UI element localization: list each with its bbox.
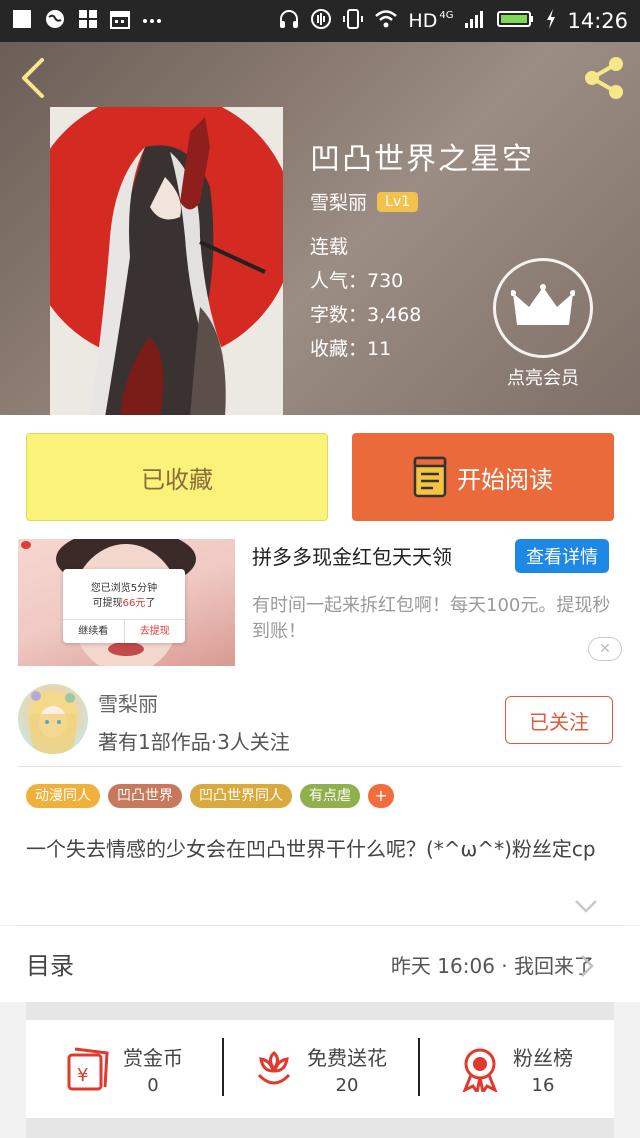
author-card-name: 雪梨丽	[98, 692, 158, 716]
network-type-label: 4G	[439, 9, 454, 21]
latest-chapter[interactable]: 昨天 16:06 · 我回来了	[391, 950, 594, 979]
battery-icon	[497, 9, 535, 34]
start-reading-button[interactable]: 开始阅读	[352, 433, 614, 521]
book-icon	[413, 456, 447, 498]
ad-view-details-button[interactable]: 查看详情	[515, 539, 609, 573]
favorite-button[interactable]: 已收藏	[26, 433, 328, 521]
crown-icon	[511, 284, 575, 325]
fan-ranking-label: 粉丝榜	[513, 1046, 573, 1070]
tag-item[interactable]: 动漫同人	[26, 784, 100, 808]
author-name[interactable]: 雪梨丽	[310, 188, 367, 215]
fan-ranking-button[interactable]: 粉丝榜 16	[418, 1020, 614, 1118]
network-label: HD	[408, 10, 438, 32]
ad-close-button[interactable]: ✕	[588, 637, 622, 661]
apps-icon	[78, 9, 98, 34]
chevron-left-icon	[22, 58, 44, 98]
vip-label: 点亮会员	[507, 368, 579, 389]
book-header: 凹凸世界之星空 雪梨丽 Lv1 连载 人气：730 字数：3,468 收藏：11…	[0, 42, 640, 415]
tag-list: 动漫同人 凹凸世界 凹凸世界同人 有点虐 +	[26, 784, 394, 808]
headphones-icon	[278, 8, 300, 35]
book-title: 凹凸世界之星空	[310, 142, 534, 177]
book-cover-image[interactable]	[50, 107, 283, 415]
favorites-stat: 收藏：11	[310, 338, 392, 360]
status-bar: HD 4G 14:26	[0, 0, 640, 42]
vibrate-icon	[342, 8, 364, 35]
flower-count: 20	[335, 1075, 359, 1096]
signal-icon	[463, 9, 487, 34]
wifi-icon	[374, 9, 398, 34]
author-card-meta: 著有1部作品·3人关注	[98, 730, 290, 754]
word-count-stat: 字数：3,468	[310, 304, 422, 326]
ad-banner[interactable]: 您已浏览5分钟 可提现66元了 继续看 去提现 拼多多现金红包天天领 查看详情 …	[0, 535, 640, 670]
send-flower-button[interactable]: 免费送花 20	[222, 1020, 418, 1118]
ad-description[interactable]: 有时间一起来拆红包啊！每天100元。提现秒到账！	[252, 593, 624, 645]
tag-item[interactable]: 凹凸世界	[108, 784, 182, 808]
chevron-right-icon	[581, 955, 594, 977]
share-icon	[585, 57, 623, 99]
close-icon: ✕	[599, 641, 611, 657]
serial-status: 连载	[310, 236, 349, 258]
calendar-icon	[110, 9, 130, 34]
svg-text:¥: ¥	[77, 1065, 88, 1086]
tag-item[interactable]: 有点虐	[300, 784, 360, 808]
clock-time: 14:26	[567, 9, 628, 33]
ad-title[interactable]: 拼多多现金红包天天领	[252, 541, 452, 570]
reward-coins-button[interactable]: ¥ 赏金币 0	[26, 1020, 222, 1118]
medal-icon	[462, 1048, 498, 1092]
bottom-gap	[26, 1118, 614, 1138]
popularity-stat: 人气：730	[310, 270, 404, 292]
catalog-row[interactable]: 目录 昨天 16:06 · 我回来了	[0, 926, 640, 1002]
follow-button[interactable]: 已关注	[505, 696, 613, 744]
ad-popup-withdraw: 去提现	[123, 620, 186, 643]
reward-actions: ¥ 赏金币 0 免费送花 20 粉丝榜 16	[26, 1020, 614, 1118]
author-row: 雪梨丽 Lv1	[310, 188, 419, 215]
flower-icon	[257, 1051, 291, 1085]
action-buttons: 已收藏 开始阅读	[0, 415, 640, 535]
back-button[interactable]	[14, 56, 54, 100]
reward-coins-count: 0	[147, 1075, 159, 1096]
author-card[interactable]: 雪梨丽 著有1部作品·3人关注 已关注	[0, 670, 640, 770]
ad-popup: 您已浏览5分钟 可提现66元了 继续看 去提现	[63, 569, 185, 643]
vip-member-button[interactable]: 点亮会员	[493, 258, 593, 390]
avatar[interactable]	[18, 684, 88, 754]
red-envelope-icon: ¥	[67, 1047, 109, 1091]
globe-icon	[44, 8, 66, 35]
ad-image[interactable]: 您已浏览5分钟 可提现66元了 继续看 去提现	[18, 539, 235, 666]
book-description: 一个失去情感的少女会在凹凸世界干什么呢？(*^ω^*)粉丝定cp	[26, 837, 596, 861]
ad-popup-amount: 66元	[122, 598, 146, 609]
more-icon	[142, 9, 162, 34]
book-intro: 动漫同人 凹凸世界 凹凸世界同人 有点虐 + 一个失去情感的少女会在凹凸世界干什…	[0, 770, 640, 925]
fan-count: 16	[531, 1075, 555, 1096]
notification-icon	[12, 9, 32, 34]
catalog-label: 目录	[26, 952, 74, 980]
ad-popup-continue: 继续看	[78, 626, 109, 637]
chevron-down-icon[interactable]	[574, 898, 598, 914]
tag-item[interactable]: 凹凸世界同人	[190, 784, 292, 808]
divider	[18, 766, 622, 767]
nfc-icon	[310, 8, 332, 35]
section-gap	[26, 1002, 614, 1020]
level-badge: Lv1	[377, 191, 419, 212]
share-button[interactable]	[580, 54, 628, 102]
send-flower-label: 免费送花	[307, 1046, 387, 1070]
reward-coins-label: 赏金币	[123, 1046, 183, 1070]
ad-popup-line1: 您已浏览5分钟	[90, 583, 158, 594]
start-reading-label: 开始阅读	[457, 465, 553, 494]
add-tag-button[interactable]: +	[368, 784, 394, 808]
charging-icon	[545, 8, 557, 35]
ad-popup-line2: 可提现66元了	[92, 598, 156, 609]
